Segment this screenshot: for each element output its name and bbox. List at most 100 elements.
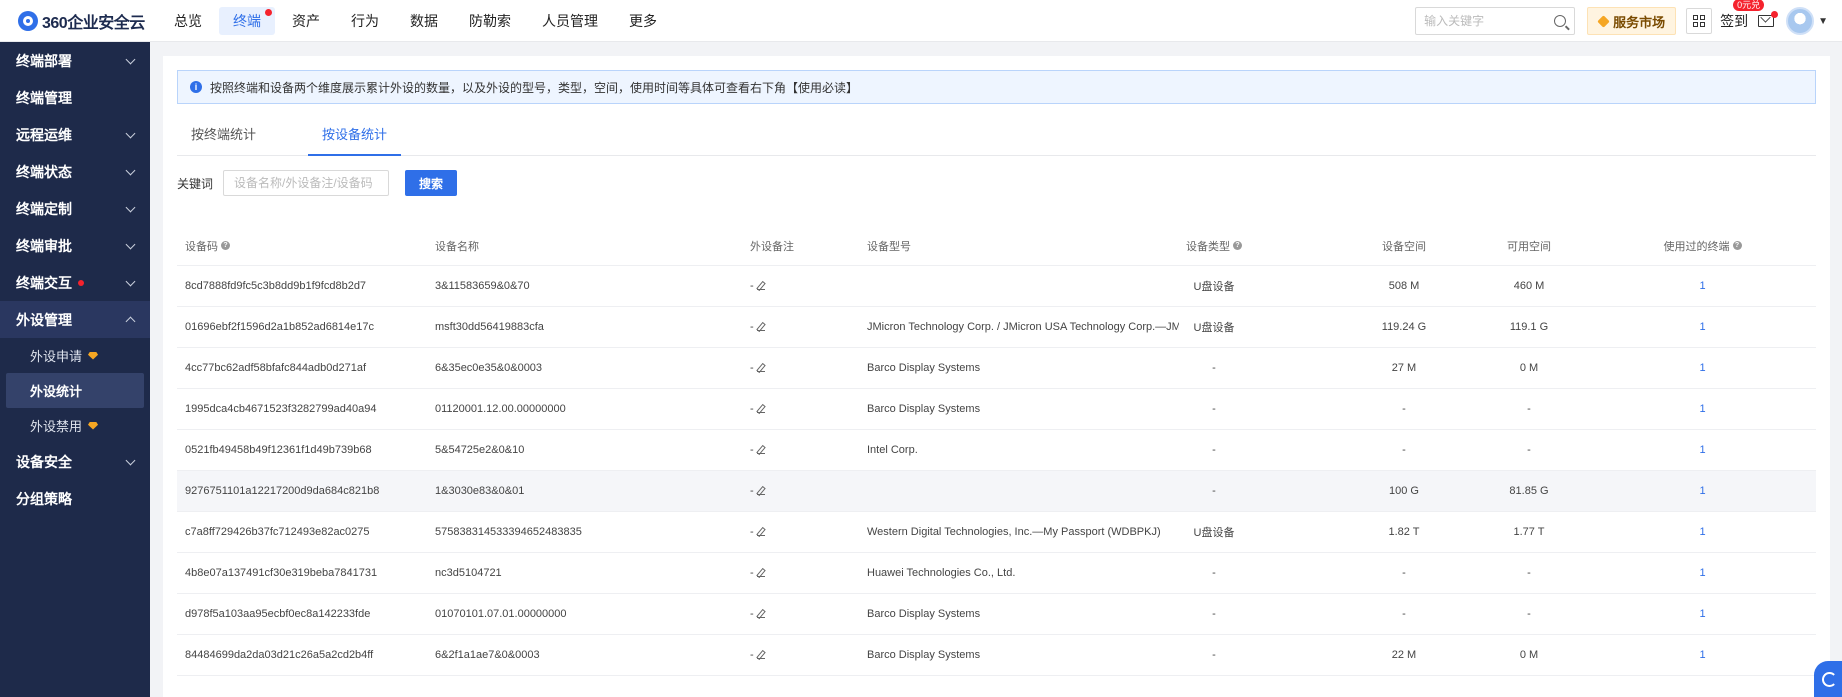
cell-note: - bbox=[750, 403, 754, 415]
cell-code: 0521fb49458b49f12361f1d49b739b68 bbox=[185, 444, 372, 456]
table-cell: U盘设备 bbox=[1179, 524, 1339, 540]
cell-code: c7a8ff729426b37fc712493e82ac0275 bbox=[185, 526, 370, 538]
cell-name: 6&35ec0e35&0&0003 bbox=[435, 362, 543, 374]
cell-terminals[interactable]: 1 bbox=[1699, 485, 1705, 497]
main-panel: i 按照终端和设备两个维度展示累计外设的数量，以及外设的型号，类型，空间，使用时… bbox=[163, 56, 1830, 697]
edit-icon[interactable] bbox=[756, 487, 765, 495]
table-cell: - bbox=[742, 362, 859, 374]
cell-name: msft30dd56419883cfa bbox=[435, 321, 544, 333]
topnav-item[interactable]: 终端 bbox=[219, 6, 275, 35]
cell-code: 9276751101a12217200d9da684c821b8 bbox=[185, 485, 380, 497]
edit-icon[interactable] bbox=[756, 446, 765, 454]
cell-terminals[interactable]: 1 bbox=[1699, 321, 1705, 333]
sidebar-item[interactable]: 终端状态 bbox=[0, 153, 150, 190]
edit-icon[interactable] bbox=[756, 610, 765, 618]
edit-icon[interactable] bbox=[756, 651, 765, 659]
table-cell: 1 bbox=[1589, 649, 1816, 661]
table-cell: d978f5a103aa95ecbf0ec8a142233fde bbox=[177, 608, 427, 620]
chevron-down-icon bbox=[125, 165, 136, 176]
table-cell: - bbox=[742, 649, 859, 661]
table-row: 4cc77bc62adf58bfafc844adb0d271af 6&35ec0e… bbox=[177, 348, 1816, 389]
sidebar-item[interactable]: 终端交互 bbox=[0, 264, 150, 301]
topnav-item[interactable]: 总览 bbox=[160, 7, 216, 35]
cell-free: 119.1 G bbox=[1509, 321, 1549, 333]
notification-dot bbox=[78, 279, 84, 286]
topnav-item[interactable]: 更多 bbox=[615, 7, 671, 35]
cell-terminals[interactable]: 1 bbox=[1699, 649, 1705, 661]
cell-model: Barco Display Systems bbox=[867, 608, 981, 620]
search-button[interactable]: 搜索 bbox=[405, 170, 458, 196]
cell-free: 0 M bbox=[1519, 649, 1539, 661]
edit-icon[interactable] bbox=[756, 282, 765, 290]
cell-note: - bbox=[750, 280, 754, 292]
sidebar-subitem[interactable]: 外设统计 bbox=[6, 373, 144, 408]
table-header: 设备码? 设备名称 外设备注 设备型号 设备类型? 设备空间 可用空间 使用过的终端? bbox=[177, 226, 1816, 266]
sidebar-item[interactable]: 分组策略 bbox=[0, 480, 150, 517]
table-cell: 1 bbox=[1589, 403, 1816, 415]
edit-icon[interactable] bbox=[756, 405, 765, 413]
cell-terminals[interactable]: 1 bbox=[1699, 444, 1705, 456]
table-cell: 01696ebf2f1596d2a1b852ad6814e17c bbox=[177, 321, 427, 333]
cell-terminals[interactable]: 1 bbox=[1699, 403, 1705, 415]
cell-terminals[interactable]: 1 bbox=[1699, 280, 1705, 292]
help-icon[interactable]: ? bbox=[1732, 241, 1742, 250]
app-grid-button[interactable] bbox=[1686, 8, 1713, 34]
table-cell: 01120001.12.00.00000000 bbox=[427, 403, 742, 415]
keyword-input[interactable] bbox=[223, 170, 390, 196]
topnav-item[interactable]: 数据 bbox=[396, 7, 452, 35]
help-icon[interactable]: ? bbox=[221, 241, 230, 250]
table-row: 4b8e07a137491cf30e319beba7841731 nc3d5104… bbox=[177, 553, 1816, 594]
column-header: 设备型号 bbox=[859, 238, 1179, 254]
chevron-down-icon[interactable]: ▼ bbox=[1818, 16, 1828, 27]
edit-icon[interactable] bbox=[756, 528, 765, 536]
sidebar: 终端部署 终端管理 远程运维 终端状态终端定制终端审批终端交互外设管理 外设申请 外设统计… bbox=[0, 42, 150, 697]
avatar[interactable] bbox=[1786, 7, 1815, 35]
cell-terminals[interactable]: 1 bbox=[1699, 567, 1705, 579]
help-icon[interactable]: ? bbox=[1233, 241, 1242, 250]
sidebar-subitem[interactable]: 外设禁用 bbox=[0, 408, 150, 443]
cell-terminals[interactable]: 1 bbox=[1699, 526, 1705, 538]
signin-button[interactable]: 签到 0元兑 bbox=[1720, 0, 1765, 31]
cell-space: - bbox=[1402, 444, 1406, 456]
mail-icon[interactable] bbox=[1758, 11, 1779, 27]
table-cell: 119.24 G bbox=[1339, 321, 1469, 333]
grid-icon-cell bbox=[1700, 15, 1706, 20]
table-cell: 81.85 G bbox=[1469, 485, 1589, 497]
search-icon[interactable] bbox=[1554, 15, 1567, 27]
top-bar: 360企业安全云 总览终端资产行为数据防勒索人员管理更多 服务市场 签到 0元兑… bbox=[0, 0, 1842, 42]
edit-icon[interactable] bbox=[756, 323, 765, 331]
sidebar-item[interactable]: 远程运维 bbox=[0, 116, 150, 153]
topnav-item[interactable]: 行为 bbox=[337, 7, 393, 35]
notice-banner: i 按照终端和设备两个维度展示累计外设的数量，以及外设的型号，类型，空间，使用时… bbox=[177, 70, 1816, 104]
cell-note: - bbox=[750, 444, 754, 456]
topnav-item[interactable]: 人员管理 bbox=[528, 7, 612, 35]
top-nav: 总览 终端 资产 行为 数据 防勒索 人员管理 更多 bbox=[160, 0, 674, 42]
cell-terminals[interactable]: 1 bbox=[1699, 362, 1705, 374]
global-search-input[interactable] bbox=[1424, 14, 1555, 28]
edit-icon[interactable] bbox=[756, 364, 765, 372]
sidebar-item[interactable]: 外设管理 bbox=[0, 301, 150, 338]
sidebar-item[interactable]: 终端管理 bbox=[0, 79, 150, 116]
help-float-button[interactable] bbox=[1814, 661, 1842, 697]
notification-dot bbox=[265, 8, 272, 16]
sidebar-item[interactable]: 终端审批 bbox=[0, 227, 150, 264]
sidebar-subitem[interactable]: 外设申请 bbox=[0, 338, 150, 373]
sidebar-item-label: 终端定制 bbox=[16, 200, 72, 217]
table-cell: 6&2f1a1ae7&0&0003 bbox=[427, 649, 742, 661]
sidebar-item-label: 终端交互 bbox=[16, 274, 72, 291]
topnav-item[interactable]: 防勒索 bbox=[455, 7, 525, 35]
service-market-button[interactable]: 服务市场 bbox=[1587, 7, 1677, 35]
table-cell: 1 bbox=[1589, 526, 1816, 538]
logo[interactable]: 360企业安全云 bbox=[0, 9, 160, 33]
sidebar-item[interactable]: 终端定制 bbox=[0, 190, 150, 227]
topnav-item[interactable]: 资产 bbox=[278, 7, 334, 35]
table-cell: 8cd7888fd9fc5c3b8dd9b1f9fcd8b2d7 bbox=[177, 280, 427, 292]
tab[interactable]: 按设备统计 bbox=[308, 122, 402, 156]
cell-space: 1.82 T bbox=[1388, 526, 1420, 538]
sidebar-item[interactable]: 终端部署 bbox=[0, 42, 150, 79]
edit-icon[interactable] bbox=[756, 569, 765, 577]
sidebar-item[interactable]: 设备安全 bbox=[0, 443, 150, 480]
cell-terminals[interactable]: 1 bbox=[1699, 608, 1705, 620]
tab[interactable]: 按终端统计 bbox=[177, 122, 270, 156]
table-cell: - bbox=[1469, 567, 1589, 579]
